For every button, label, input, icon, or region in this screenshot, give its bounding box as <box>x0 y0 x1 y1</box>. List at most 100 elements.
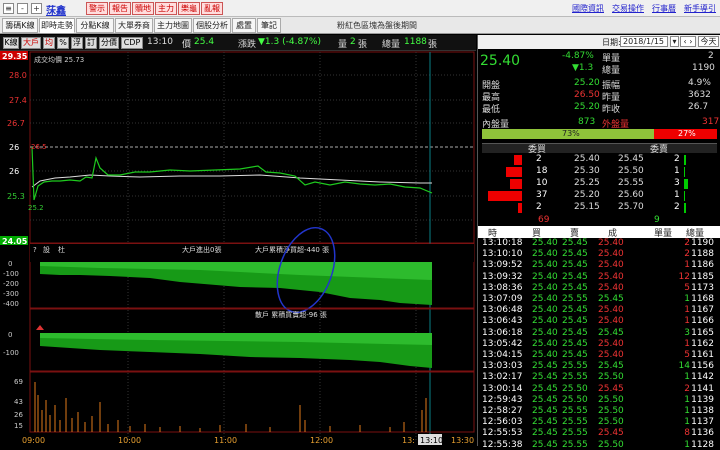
tick-cell: 25.40 <box>532 249 558 260</box>
tick-cell: 13:06:48 <box>482 305 523 316</box>
guide-link[interactable]: 新手導引 <box>684 3 716 14</box>
tick-cell: 25.45 <box>532 361 558 372</box>
order-toggle[interactable]: 訂 <box>85 37 97 49</box>
tick-cell: 25.45 <box>562 350 588 360</box>
today-button[interactable]: 今天 <box>698 36 719 47</box>
date-dropdown-icon[interactable]: ▾ <box>670 36 679 47</box>
tick-cell: 13:06:18 <box>482 327 523 338</box>
price-low-label: 24.05 <box>2 237 28 246</box>
book-cell: 2 <box>536 202 542 212</box>
percent-toggle[interactable]: % <box>57 37 69 49</box>
turtle-button[interactable]: 樂龜 <box>178 2 200 15</box>
date-input[interactable]: 2018/1/15 <box>620 36 668 47</box>
x-tick: 13: <box>402 436 415 445</box>
book-cell: 25.60 <box>618 190 644 200</box>
tick-cell: 25.45 <box>562 282 588 293</box>
calendar-link[interactable]: 行事曆 <box>652 3 676 14</box>
main-force-button[interactable]: 主力 <box>155 2 177 15</box>
tab-realtime[interactable]: 即時走勢 <box>39 18 75 33</box>
ask-depth-bar <box>684 155 686 165</box>
alert-button[interactable]: 警示 <box>86 2 108 15</box>
date-arrows-icon[interactable]: ‹ › <box>680 36 696 47</box>
main-tabs: 籌碼K線 即時走勢 分點K線 大單券商 主力地圖 個股分析 處置 筆記 粉紅色區… <box>0 17 720 34</box>
home-icon[interactable]: ≡ <box>3 3 14 14</box>
tab-disposal[interactable]: 處置 <box>232 18 256 33</box>
tab-big-broker[interactable]: 大單券商 <box>115 18 153 33</box>
stat-cell: 3632 <box>688 90 711 100</box>
minus-icon[interactable]: - <box>17 3 28 14</box>
trade-link[interactable]: 交易操作 <box>612 3 644 14</box>
kline-toggle[interactable]: K線 <box>3 37 19 49</box>
tick-cell: 13:10:18 <box>482 238 523 248</box>
ask-header: 委賣 <box>650 145 669 155</box>
stat-cell: 最低 <box>482 105 501 115</box>
stock-name-link[interactable]: 莯鑫 <box>46 2 66 17</box>
inner-pct: 73% <box>562 129 580 138</box>
book-cell: 1 <box>674 190 680 200</box>
land-button[interactable]: 贖地 <box>132 2 154 15</box>
tab-notes[interactable]: 筆記 <box>257 18 281 33</box>
float-toggle[interactable]: 浮 <box>71 37 83 49</box>
tab-branch-kline[interactable]: 分點K線 <box>76 18 114 33</box>
intl-info-link[interactable]: 國際資訊 <box>572 3 604 14</box>
news-button[interactable]: 亂報 <box>201 2 223 15</box>
cdp-toggle[interactable]: CDP <box>121 37 143 49</box>
vol-tick: 15 <box>14 422 23 430</box>
tick-cell: 1185 <box>691 271 714 282</box>
tick-cell: 25.45 <box>562 271 588 282</box>
tab-main-map[interactable]: 主力地圖 <box>154 18 192 33</box>
tick-cell: 13:02:17 <box>482 372 523 383</box>
tick-cell: 13:07:09 <box>482 294 523 304</box>
big-holder-toggle[interactable]: 大戶 <box>21 37 41 49</box>
big-holder-flow-label: 大戶進出0張 <box>182 245 221 254</box>
tick-cell: 25.40 <box>532 271 558 282</box>
stat-cell: 4.9% <box>688 78 711 88</box>
total-vol: 1190 <box>692 63 715 73</box>
tick-cell: 13:09:52 <box>482 260 523 271</box>
price-dist-toggle[interactable]: 分價 <box>99 37 119 49</box>
tick-cell: 25.50 <box>598 406 624 416</box>
book-cell: 2 <box>536 154 542 164</box>
tick-cell: 25.55 <box>562 428 588 439</box>
outer-pct: 27% <box>678 129 696 138</box>
high-mark: 26.5 <box>31 143 47 151</box>
tick-cell: 25.45 <box>562 305 588 316</box>
tick-cell: 25.40 <box>532 316 558 327</box>
report-button[interactable]: 報告 <box>109 2 131 15</box>
book-cell: 25.30 <box>574 166 600 176</box>
tick-cell: 1156 <box>691 361 714 372</box>
tick-cell: 13:10:10 <box>482 249 523 260</box>
tick-cell: 25.50 <box>562 383 588 394</box>
change-label: 漲跌 <box>238 40 257 50</box>
tick-cell: 25.40 <box>598 305 624 316</box>
tick-cell: 1136 <box>691 428 714 439</box>
sub1-tick: -100 <box>3 270 19 278</box>
tab-chip-kline[interactable]: 籌碼K線 <box>2 18 38 33</box>
tick-cell: 1168 <box>691 294 714 304</box>
plus-icon[interactable]: + <box>31 3 42 14</box>
intraday-chart[interactable]: 29.35 28.0 27.4 26.7 26 26 25.3 24.05 成交… <box>0 51 476 446</box>
sub1-tick: 0 <box>8 260 12 268</box>
lock-icon[interactable]: 杜 <box>58 245 65 254</box>
total-label: 總量 <box>382 40 401 50</box>
inner-vol: 873 <box>578 117 596 127</box>
vol-tick: 26 <box>14 411 23 419</box>
book-cell: 25.25 <box>574 178 600 188</box>
tick-cell: 1166 <box>691 316 714 327</box>
tick-cell: 25.40 <box>532 338 558 349</box>
tick-cell: 25.50 <box>598 417 624 428</box>
tick-cell: 13:06:43 <box>482 316 523 327</box>
tick-cell: 25.45 <box>532 417 558 428</box>
book-cell: 25.70 <box>618 202 644 212</box>
tick-cell: 25.40 <box>598 260 624 271</box>
price-label: 價 <box>182 40 192 50</box>
tick-cell: 25.45 <box>598 361 624 372</box>
avg-toggle[interactable]: 均 <box>43 37 55 49</box>
help-icon[interactable]: ? <box>33 246 37 254</box>
tab-analysis[interactable]: 個股分析 <box>193 18 231 33</box>
ask-total: 9 <box>654 215 660 225</box>
book-cell: 3 <box>674 178 680 188</box>
tick-cell: 1165 <box>691 327 714 338</box>
settings-icon[interactable]: 設 <box>43 245 50 254</box>
tick-cell: 1161 <box>691 350 714 360</box>
